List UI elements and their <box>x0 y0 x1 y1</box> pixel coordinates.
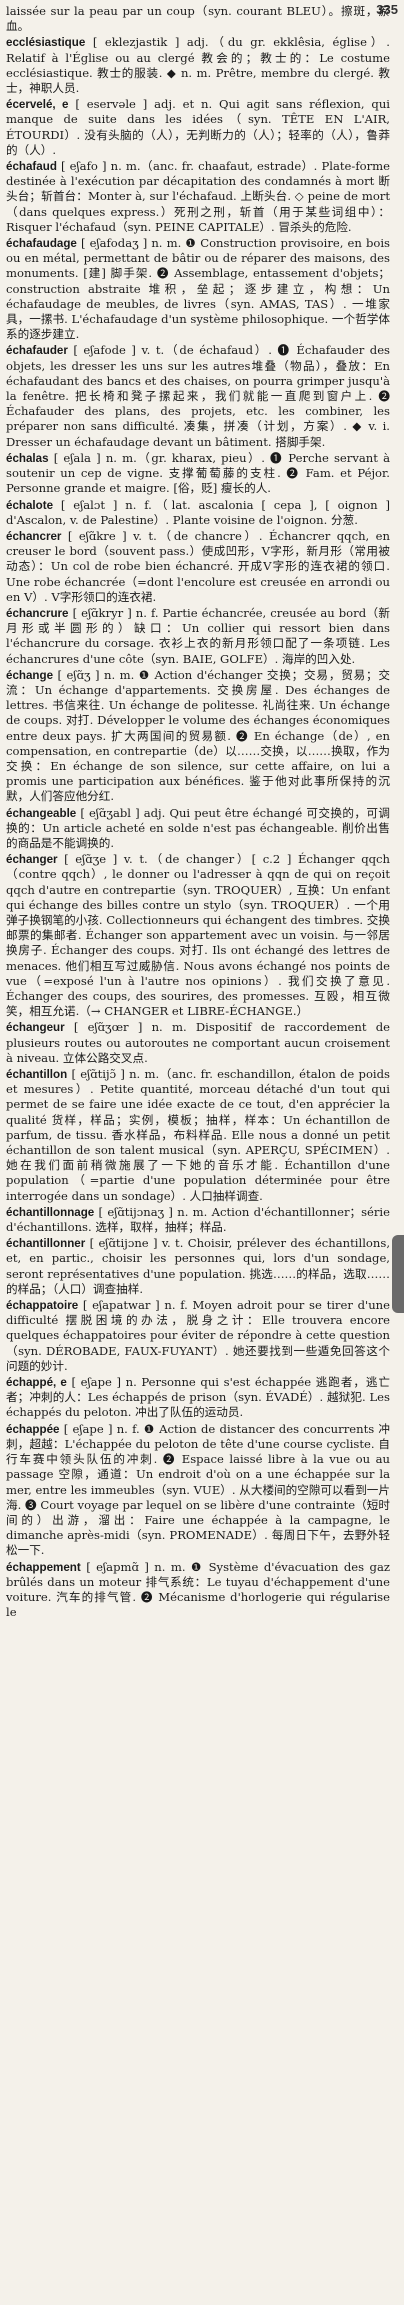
entry-definition: [ eʃafodaʒ ] n. m. ❶ Construction provis… <box>6 236 390 342</box>
dictionary-entry: échafaud [ eʃafo ] n. m.（anc. fr. chaafa… <box>6 159 390 235</box>
dictionary-entry: échancrer [ eʃɑ̃kre ] v. t.（de chancre）.… <box>6 529 390 605</box>
thumb-index-tab <box>392 1235 404 1313</box>
entry-definition: [ eʃafode ] v. t.（de échafaud）. ❶ Échafa… <box>6 343 390 449</box>
entry-definition: [ eʃɑ̃ʒe ] v. t.（de changer）[ c.2 ] Écha… <box>6 852 391 1019</box>
dictionary-entry: échafaudage [ eʃafodaʒ ] n. m. ❶ Constru… <box>6 236 390 342</box>
entry-definition: [ eʃala ] n. m.（gr. kharax, pieu）. ❶ Per… <box>6 450 390 496</box>
entry-definition: [ eʃalɔt ] n. f.（lat. ascalonia [ cepa ]… <box>6 497 391 527</box>
dictionary-entry: échangeable [ eʃɑ̃ʒabl ] adj. Qui peut ê… <box>6 806 390 852</box>
entry-headword: échafauder <box>6 344 68 358</box>
dictionary-entry: échantillon [ eʃɑ̃tijɔ̃ ] n. m.（anc. fr.… <box>6 1067 390 1204</box>
dictionary-entry: échanger [ eʃɑ̃ʒe ] v. t.（de changer）[ c… <box>6 852 390 1019</box>
dictionary-entry: échangeur [ eʃɑ̃ʒœr ] n. m. Dispositif d… <box>6 1020 390 1066</box>
entry-headword: échappée <box>6 1422 60 1436</box>
entry-headword: écervelé, e <box>6 98 69 112</box>
entry-headword: échappement <box>6 1560 81 1574</box>
entry-headword: échalote <box>6 498 54 512</box>
dictionary-entry: échappé, e [ eʃape ] n. Personne qui s'e… <box>6 1375 390 1421</box>
dictionary-entry: échantillonner [ eʃɑ̃tijɔne ] v. t. Choi… <box>6 1236 390 1297</box>
dictionary-entry: échancrure [ eʃɑ̃kryr ] n. f. Partie éch… <box>6 606 390 667</box>
entry-definition: [ eʃɑ̃ʒ ] n. m. ❶ Action d'échanger 交换；交… <box>6 667 391 804</box>
dictionary-entry: écervelé, e [ eservəle ] adj. et n. Qui … <box>6 97 390 158</box>
entry-headword: échappé, e <box>6 1376 67 1390</box>
entry-headword: échantillon <box>6 1068 68 1082</box>
entry-headword: échancrer <box>6 529 62 543</box>
entry-headword: échangeable <box>6 806 77 820</box>
dictionary-entry: échappement [ eʃapmɑ̃ ] n. m. ❶ Système … <box>6 1560 390 1621</box>
entry-headword: échange <box>6 668 54 682</box>
entry-headword: ecclésiastique <box>6 36 86 50</box>
dictionary-entry: ecclésiastique [ eklezjastik ] adj.（du g… <box>6 35 390 96</box>
dictionary-entry: échappée [ eʃape ] n. f. ❶ Action de dis… <box>6 1422 390 1559</box>
entry-headword: échancrure <box>6 606 69 620</box>
entry-headword: échantillonnage <box>6 1205 95 1219</box>
entry-definition: laissée sur la peau par un coup（syn. cou… <box>6 4 390 34</box>
dictionary-entry: échange [ eʃɑ̃ʒ ] n. m. ❶ Action d'échan… <box>6 668 390 805</box>
dictionary-entry: échalote [ eʃalɔt ] n. f.（lat. ascalonia… <box>6 498 390 528</box>
dictionary-entry: échappatoire [ eʃapatwar ] n. f. Moyen a… <box>6 1298 390 1374</box>
entry-headword: échanger <box>6 853 58 867</box>
dictionary-entry: laissée sur la peau par un coup（syn. cou… <box>6 4 390 34</box>
entry-definition: [ eʃafo ] n. m.（anc. fr. chaafaut, estra… <box>6 159 390 234</box>
entry-definition: [ eʃɑ̃tijɔ̃ ] n. m.（anc. fr. eschandillo… <box>6 1067 391 1203</box>
entry-headword: échafaud <box>6 160 57 174</box>
entry-headword: échantillonner <box>6 1237 86 1251</box>
entry-definition: [ eʃɑ̃kre ] v. t.（de chancre）. Échancrer… <box>6 528 391 604</box>
entry-headword: échappatoire <box>6 1299 79 1313</box>
entry-headword: échalas <box>6 451 49 465</box>
entry-headword: échafaudage <box>6 237 77 251</box>
dictionary-entry: échantillonnage [ eʃɑ̃tijɔnaʒ ] n. m. Ac… <box>6 1205 390 1235</box>
dictionary-column: laissée sur la peau par un coup（syn. cou… <box>6 4 390 1621</box>
entry-headword: échangeur <box>6 1021 65 1035</box>
dictionary-entry: échafauder [ eʃafode ] v. t.（de échafaud… <box>6 343 390 449</box>
dictionary-entry: échalas [ eʃala ] n. m.（gr. kharax, pieu… <box>6 451 390 497</box>
entry-definition: [ eʃape ] n. f. ❶ Action de distancer de… <box>6 1421 391 1558</box>
